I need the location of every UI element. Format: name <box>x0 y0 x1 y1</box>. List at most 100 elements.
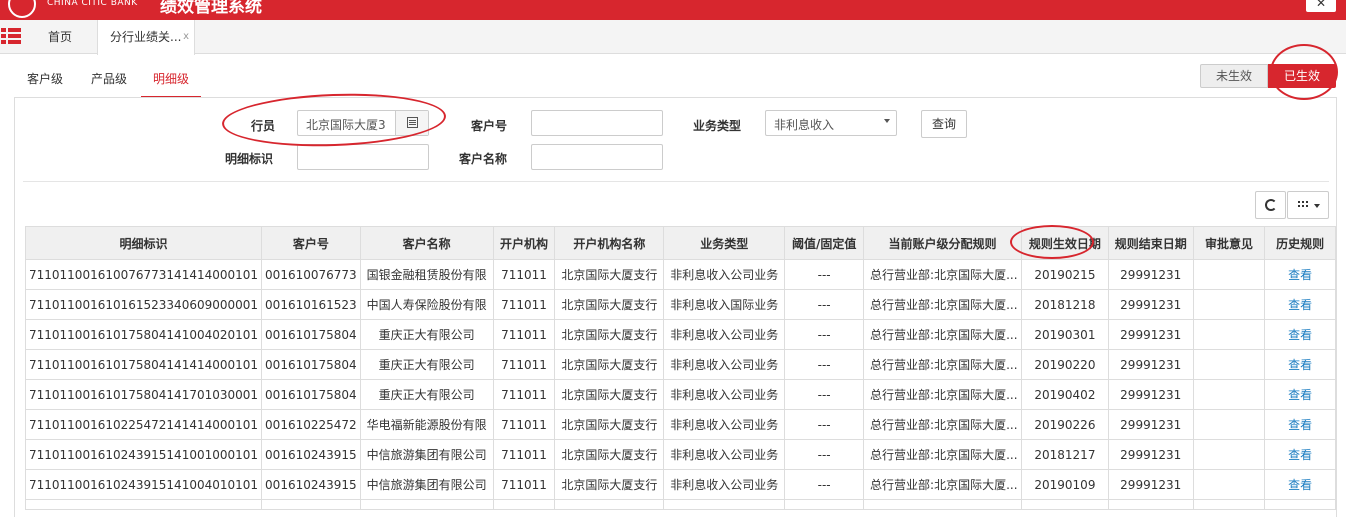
table-cell: 北京国际大厦支行 <box>554 349 665 380</box>
column-header[interactable]: 客户号 <box>261 226 361 260</box>
table-row[interactable]: 711011001610225472141414000101 0016102254… <box>24 409 1336 440</box>
refresh-button[interactable] <box>1255 191 1286 219</box>
tab-product-level[interactable]: 产品级 <box>78 66 140 98</box>
table-header-row: 明细标识 客户号 客户名称 开户机构 开户机构名称 业务类型 阈值/固定值 当前账户级分配规则… <box>24 226 1336 260</box>
table-cell: 非利息收入公司业务 <box>663 439 786 470</box>
table-cell: 20190226 <box>1021 409 1109 440</box>
table-cell: 711011 <box>492 469 556 500</box>
table-cell: 非利息收入公司业务 <box>663 469 786 500</box>
tab-detail-level[interactable]: 明细级 <box>141 66 201 98</box>
view-link[interactable]: 查看 <box>1264 469 1336 500</box>
table-cell: 001610175804 <box>261 379 361 410</box>
table-cell: 总行营业部:北京国际大厦... <box>863 409 1023 440</box>
column-header[interactable]: 业务类型 <box>663 226 786 260</box>
table-cell: 总行营业部:北京国际大厦... <box>863 469 1023 500</box>
table-cell <box>863 499 1023 510</box>
table-row[interactable]: 711011001610161523340609000001 0016101615… <box>24 289 1336 320</box>
table-cell: 29991231 <box>1107 349 1194 380</box>
table-row[interactable]: 711011001610076773141414000101 0016100767… <box>24 259 1336 290</box>
table-cell <box>1192 499 1266 510</box>
table-cell: 001610225472 <box>261 409 361 440</box>
top-header: CHINA CITIC BANK 绩效管理系统 ✕ <box>0 0 1346 20</box>
column-header[interactable]: 历史规则 <box>1264 226 1336 260</box>
table-cell: --- <box>784 439 865 470</box>
column-header[interactable]: 规则结束日期 <box>1107 226 1194 260</box>
detail-id-input[interactable] <box>297 144 429 170</box>
query-button[interactable]: 查询 <box>921 110 967 138</box>
table-row[interactable]: 711011001610243915141004010101 0016102439… <box>24 469 1336 500</box>
view-link[interactable]: 查看 <box>1264 319 1336 350</box>
table-cell: 非利息收入公司业务 <box>663 319 786 350</box>
picker-button[interactable] <box>395 111 428 135</box>
table-cell: 20190109 <box>1021 469 1109 500</box>
view-link[interactable]: 查看 <box>1264 259 1336 290</box>
column-header[interactable]: 开户机构名称 <box>554 226 665 260</box>
table-cell: 711011001610175804141004020101 <box>24 319 263 350</box>
tab-home[interactable]: 首页 <box>24 20 96 54</box>
table-cell: 中国人寿保险股份有限 <box>359 289 494 320</box>
table-cell <box>24 499 263 510</box>
table-cell: --- <box>784 259 865 290</box>
view-link[interactable]: 查看 <box>1264 379 1336 410</box>
table-cell: --- <box>784 409 865 440</box>
customer-name-input[interactable] <box>531 144 663 170</box>
tab-branch-performance[interactable]: 分行业绩关... x <box>97 20 195 55</box>
brand-english: CHINA CITIC BANK <box>47 0 138 8</box>
table-cell: 北京国际大厦支行 <box>554 319 665 350</box>
close-icon[interactable]: ✕ <box>1306 0 1336 12</box>
view-link[interactable]: 查看 <box>1264 349 1336 380</box>
table-cell: 重庆正大有限公司 <box>359 349 494 380</box>
column-header[interactable]: 审批意见 <box>1192 226 1266 260</box>
table-cell: 711011 <box>492 379 556 410</box>
biz-type-value: 非利息收入 <box>774 118 835 132</box>
main-panel: 行员 北京国际大厦3 客户号 业务类型 非利息收入 查询 明细标识 客户名称 明… <box>14 97 1337 517</box>
table-row[interactable]: 711011001610175804141701030001 0016101758… <box>24 379 1336 410</box>
table-cell: 北京国际大厦支行 <box>554 289 665 320</box>
table-cell <box>784 499 865 510</box>
table-cell: 20190402 <box>1021 379 1109 410</box>
table-cell: --- <box>784 349 865 380</box>
view-link[interactable]: 查看 <box>1264 409 1336 440</box>
column-header[interactable]: 客户名称 <box>359 226 494 260</box>
table-row[interactable]: 711011001610243915141001000101 0016102439… <box>24 439 1336 470</box>
refresh-icon <box>1265 199 1277 211</box>
column-header[interactable]: 明细标识 <box>24 226 263 260</box>
table-row[interactable] <box>24 499 1336 510</box>
table-cell: 20181218 <box>1021 289 1109 320</box>
table-cell: 国银金融租赁股份有限 <box>359 259 494 290</box>
tab-customer-level[interactable]: 客户级 <box>14 66 76 98</box>
tab-close-icon[interactable]: x <box>183 20 189 54</box>
table-cell: 711011 <box>492 259 556 290</box>
column-header[interactable]: 开户机构 <box>492 226 556 260</box>
menu-list-icon[interactable] <box>1 28 21 46</box>
table-cell <box>1192 469 1266 500</box>
customer-no-input[interactable] <box>531 110 663 136</box>
citic-logo <box>8 0 36 18</box>
detail-table: 明细标识 客户号 客户名称 开户机构 开户机构名称 业务类型 阈值/固定值 当前账户级分配规则… <box>24 226 1336 510</box>
table-cell: 711011001610161523340609000001 <box>24 289 263 320</box>
table-cell: 001610243915 <box>261 469 361 500</box>
table-row[interactable]: 711011001610175804141414000101 0016101758… <box>24 349 1336 380</box>
table-cell: 华电福新能源股份有限 <box>359 409 494 440</box>
biz-type-select[interactable]: 非利息收入 <box>765 110 897 136</box>
columns-button[interactable] <box>1287 191 1329 219</box>
staff-picker[interactable]: 北京国际大厦3 <box>297 110 429 136</box>
table-cell: 711011001610243915141004010101 <box>24 469 263 500</box>
table-cell <box>554 499 665 510</box>
table-row[interactable]: 711011001610175804141004020101 0016101758… <box>24 319 1336 350</box>
table-cell: 711011001610076773141414000101 <box>24 259 263 290</box>
staff-value: 北京国际大厦3 <box>306 118 386 132</box>
view-link[interactable]: 查看 <box>1264 289 1336 320</box>
view-link[interactable]: 查看 <box>1264 439 1336 470</box>
column-header[interactable]: 规则生效日期 <box>1021 226 1109 260</box>
list-icon <box>407 117 418 128</box>
chevron-down-icon <box>1314 204 1320 208</box>
table-cell: 001610175804 <box>261 319 361 350</box>
column-header[interactable]: 阈值/固定值 <box>784 226 865 260</box>
table-cell: 001610243915 <box>261 439 361 470</box>
active-button[interactable]: 已生效 <box>1268 64 1336 88</box>
inactive-button[interactable]: 未生效 <box>1200 64 1268 88</box>
table-cell: 20190220 <box>1021 349 1109 380</box>
column-header[interactable]: 当前账户级分配规则 <box>863 226 1023 260</box>
table-cell: 001610161523 <box>261 289 361 320</box>
